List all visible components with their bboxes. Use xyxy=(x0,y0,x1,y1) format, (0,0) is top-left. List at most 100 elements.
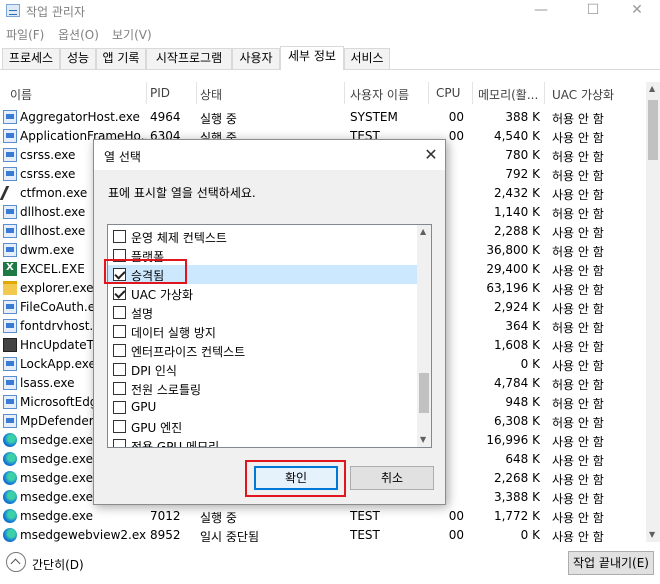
column-header-cpu[interactable]: CPU xyxy=(436,86,460,100)
end-task-button[interactable]: 작업 끝내기(E) xyxy=(568,551,654,575)
minimize-button[interactable]: — xyxy=(518,0,564,22)
menu-file[interactable]: 파일(F) xyxy=(6,26,44,43)
table-row[interactable]: AggregatorHost.exe 4964 실행 중 SYSTEM 00 388 K 허… xyxy=(0,108,646,127)
process-memory: 388 K xyxy=(505,110,540,124)
folder-icon xyxy=(3,281,17,295)
tab-startup[interactable]: 시작프로그램 xyxy=(146,48,232,69)
checkbox[interactable] xyxy=(113,230,126,243)
checkbox[interactable] xyxy=(113,439,126,447)
column-option[interactable]: 데이터 실행 방지 xyxy=(108,322,418,341)
checkbox[interactable] xyxy=(113,420,126,433)
scroll-up-icon[interactable]: ▲ xyxy=(649,84,655,93)
process-status: 실행 중 xyxy=(200,112,237,126)
app-window-icon xyxy=(3,110,17,124)
column-divider[interactable] xyxy=(428,82,429,104)
column-option[interactable]: 엔터프라이즈 컨텍스트 xyxy=(108,341,418,360)
app-window-icon xyxy=(3,129,17,143)
edge-icon xyxy=(3,509,17,523)
edge-icon xyxy=(3,490,17,504)
column-header-status[interactable]: 상태 xyxy=(200,86,222,103)
column-option-label: 전용 GPU 메모리 xyxy=(131,440,220,448)
column-option[interactable]: DPI 인식 xyxy=(108,360,418,379)
column-list-scrollbar[interactable]: ▲ ▼ xyxy=(417,225,431,447)
checkbox[interactable] xyxy=(113,382,126,395)
scrollbar-thumb[interactable] xyxy=(648,100,658,160)
fewer-details-link[interactable]: 간단히(D) xyxy=(32,556,84,573)
tab-performance[interactable]: 성능 xyxy=(60,48,96,69)
dialog-prompt: 표에 표시할 열을 선택하세요. xyxy=(108,186,256,200)
column-option[interactable]: GPU 엔진 xyxy=(108,417,418,436)
scroll-down-icon[interactable]: ▼ xyxy=(649,530,655,539)
column-option[interactable]: 전용 GPU 메모리 xyxy=(108,436,418,448)
column-option-label: 엔터프라이즈 컨텍스트 xyxy=(131,345,246,359)
process-uac: 사용 안 함 xyxy=(552,188,604,202)
dialog-title-bar: 열 선택 ✕ xyxy=(94,140,445,170)
column-divider[interactable] xyxy=(472,82,473,104)
tab-users[interactable]: 사용자 xyxy=(232,48,280,69)
dialog-close-icon[interactable]: ✕ xyxy=(420,144,442,166)
process-name: msedgewebview2.exe xyxy=(20,528,146,542)
scrollbar-thumb[interactable] xyxy=(419,373,429,413)
column-header-name[interactable]: 이름 xyxy=(10,86,32,103)
edge-icon xyxy=(3,452,17,466)
process-memory: 948 K xyxy=(505,395,540,409)
process-uac: 사용 안 함 xyxy=(552,359,604,373)
table-row[interactable]: msedgewebview2.exe 8952 일시 중단됨 TEST 00 0 K 사용 … xyxy=(0,526,646,542)
column-option[interactable]: 전원 스로틀링 xyxy=(108,379,418,398)
app-window-icon xyxy=(3,224,17,238)
scroll-up-icon[interactable]: ▲ xyxy=(420,227,426,236)
close-window-button[interactable]: ✕ xyxy=(614,0,660,22)
process-uac: 사용 안 함 xyxy=(552,435,604,449)
maximize-button[interactable]: ☐ xyxy=(570,0,616,22)
tab-services[interactable]: 서비스 xyxy=(344,48,390,69)
checkbox[interactable] xyxy=(113,287,126,300)
tab-app-history[interactable]: 앱 기록 xyxy=(96,48,146,69)
column-option[interactable]: UAC 가상화 xyxy=(108,284,418,303)
column-option[interactable]: GPU xyxy=(108,398,418,417)
process-uac: 사용 안 함 xyxy=(552,131,604,145)
checkbox[interactable] xyxy=(113,344,126,357)
process-uac: 사용 안 함 xyxy=(552,264,604,278)
column-header-user[interactable]: 사용자 이름 xyxy=(350,86,409,103)
process-memory: 63,196 K xyxy=(486,281,540,295)
column-divider[interactable] xyxy=(544,82,545,104)
checkbox[interactable] xyxy=(113,401,126,414)
menu-view[interactable]: 보기(V) xyxy=(112,26,152,43)
highlight-elevated-item xyxy=(104,259,187,284)
column-option[interactable]: 설명 xyxy=(108,303,418,322)
checkbox[interactable] xyxy=(113,363,126,376)
column-option-label: 운영 체제 컨텍스트 xyxy=(131,231,227,245)
process-uac: 사용 안 함 xyxy=(552,302,604,316)
column-divider[interactable] xyxy=(344,82,345,104)
process-memory: 6,308 K xyxy=(493,414,540,428)
process-user: SYSTEM xyxy=(350,110,398,124)
column-option-label: 전원 스로틀링 xyxy=(131,383,202,397)
column-header-uac[interactable]: UAC 가상화 xyxy=(552,86,614,103)
column-option[interactable]: 운영 체제 컨텍스트 xyxy=(108,227,418,246)
tab-processes[interactable]: 프로세스 xyxy=(2,48,60,69)
app-window-icon xyxy=(3,243,17,257)
column-divider[interactable] xyxy=(196,82,197,104)
menu-options[interactable]: 옵션(O) xyxy=(58,26,99,43)
process-uac: 사용 안 함 xyxy=(552,473,604,487)
process-memory: 780 K xyxy=(505,148,540,162)
tab-details[interactable]: 세부 정보 xyxy=(280,46,344,70)
checkbox[interactable] xyxy=(113,306,126,319)
process-memory: 648 K xyxy=(505,452,540,466)
checkbox[interactable] xyxy=(113,325,126,338)
column-header-memory[interactable]: 메모리(활... xyxy=(478,86,538,103)
highlight-ok-button xyxy=(245,460,346,497)
app-window-icon xyxy=(3,167,17,181)
column-option-label: GPU xyxy=(131,400,157,414)
process-memory: 364 K xyxy=(505,319,540,333)
column-divider[interactable] xyxy=(146,82,147,104)
table-row[interactable]: msedge.exe 7012 실행 중 TEST 00 1,772 K 사용 안 함 xyxy=(0,507,646,526)
cancel-button[interactable]: 취소 xyxy=(350,466,434,490)
process-uac: 사용 안 함 xyxy=(552,340,604,354)
column-header-pid[interactable]: PID xyxy=(150,86,170,100)
chevron-up-icon[interactable] xyxy=(6,552,26,572)
title-bar: 작업 관리자 — ☐ ✕ xyxy=(0,0,660,22)
table-scrollbar[interactable]: ▲ ▼ xyxy=(646,82,660,542)
process-memory: 1,140 K xyxy=(493,205,540,219)
scroll-down-icon[interactable]: ▼ xyxy=(420,435,426,444)
